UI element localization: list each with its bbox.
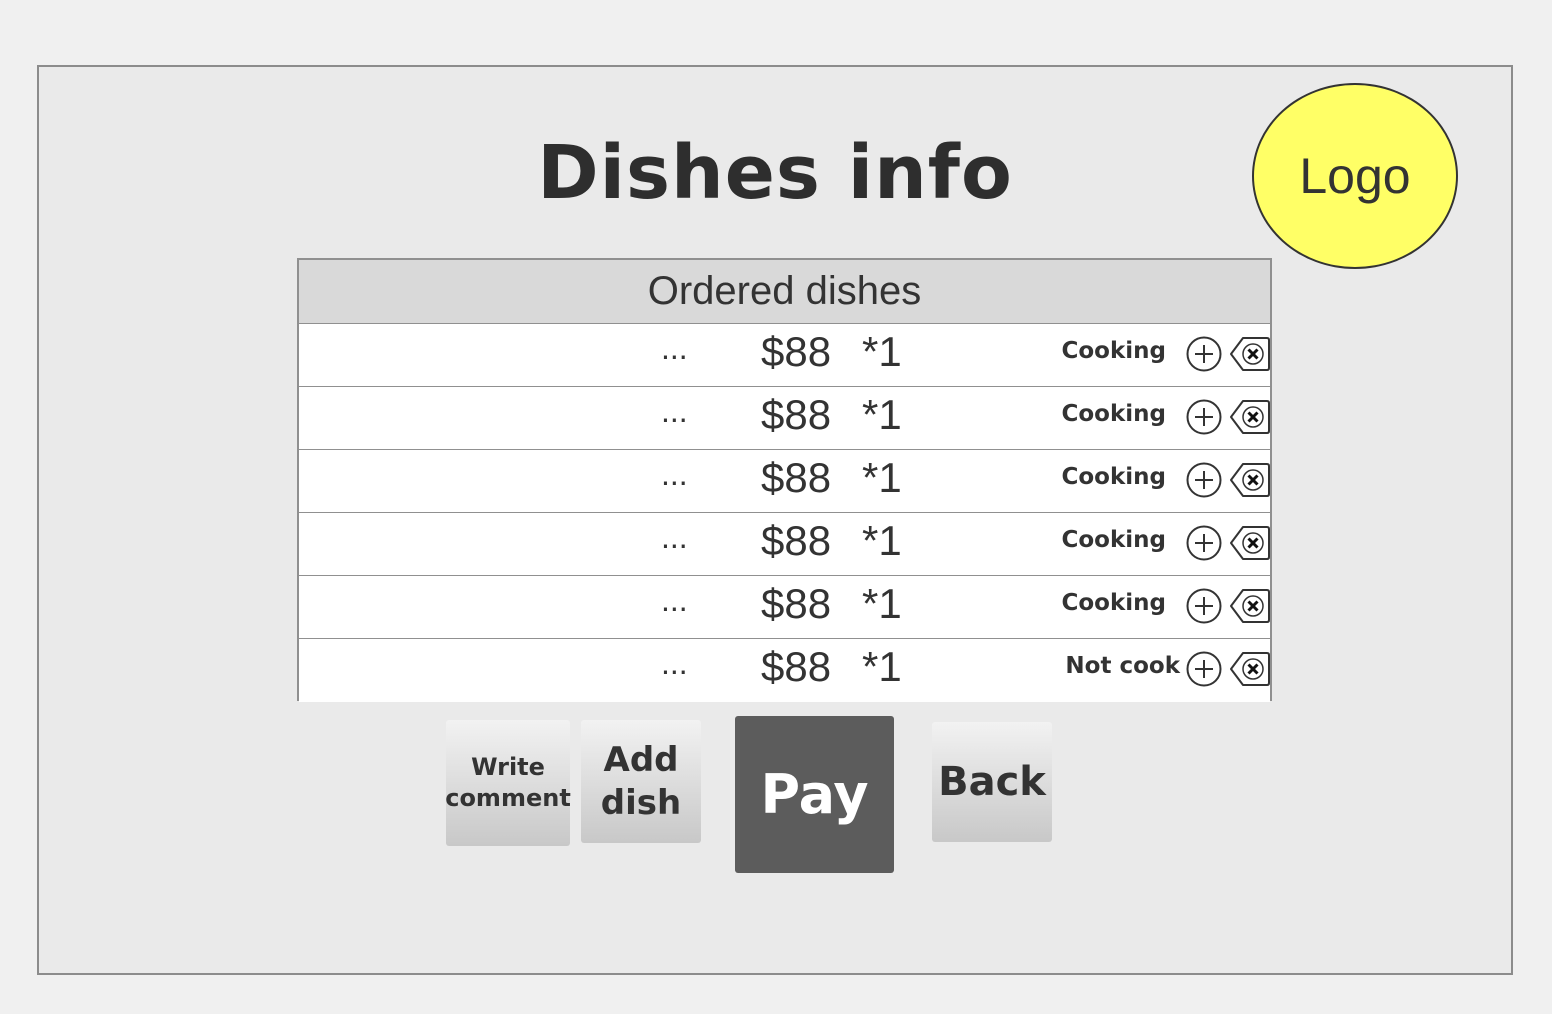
plus-circle-icon[interactable] [1186, 336, 1222, 372]
plus-circle-icon[interactable] [1186, 399, 1222, 435]
dish-quantity: *1 [862, 580, 902, 627]
dish-price: $88 [761, 643, 832, 690]
dish-name: ... [661, 393, 688, 429]
cooking-status: Cooking [1061, 338, 1167, 364]
pay-button-label: Pay [760, 763, 869, 826]
plus-circle-icon[interactable] [1186, 525, 1222, 561]
page-title: Dishes info [537, 130, 1013, 216]
dish-quantity: *1 [862, 328, 902, 375]
back-button[interactable]: Back [932, 722, 1052, 842]
cooking-status: Cooking [1061, 464, 1167, 490]
dish-quantity: *1 [862, 454, 902, 501]
backspace-x-icon[interactable] [1229, 650, 1271, 688]
plus-circle-icon[interactable] [1186, 462, 1222, 498]
dish-quantity: *1 [862, 643, 902, 690]
dish-price: $88 [761, 580, 832, 627]
dish-price: $88 [761, 454, 832, 501]
dish-price: $88 [761, 391, 832, 438]
dish-quantity: *1 [862, 391, 902, 438]
plus-circle-icon[interactable] [1186, 651, 1222, 687]
add-dish-label-line2: dish [600, 782, 682, 823]
backspace-x-icon[interactable] [1229, 461, 1271, 499]
table-row: ... $88 *1 Not cook [299, 639, 1270, 702]
backspace-x-icon[interactable] [1229, 335, 1271, 373]
dish-price: $88 [761, 328, 832, 375]
cooking-status: Cooking [1061, 401, 1167, 427]
dish-price: $88 [761, 517, 832, 564]
add-dish-label-line1: Add [603, 739, 679, 780]
write-comment-button[interactable]: Write comment [445, 720, 571, 846]
cooking-status: Not cook [1065, 653, 1180, 679]
table-row: ... $88 *1 Cooking [299, 576, 1270, 639]
backspace-x-icon[interactable] [1229, 524, 1271, 562]
backspace-x-icon[interactable] [1229, 398, 1271, 436]
cooking-status: Cooking [1061, 590, 1167, 616]
logo: Logo [1252, 83, 1458, 269]
table-row: ... $88 *1 Cooking [299, 450, 1270, 513]
table-row: ... $88 *1 Cooking [299, 513, 1270, 576]
dish-name: ... [661, 645, 688, 681]
dish-name: ... [661, 330, 688, 366]
dish-quantity: *1 [862, 517, 902, 564]
plus-circle-icon[interactable] [1186, 588, 1222, 624]
dish-name: ... [661, 519, 688, 555]
write-comment-label: Write comment [445, 752, 571, 814]
pay-button[interactable]: Pay [735, 716, 894, 873]
add-dish-label: Add dish [601, 739, 681, 825]
dish-name: ... [661, 582, 688, 618]
table-row: ... $88 *1 Cooking [299, 387, 1270, 450]
ordered-dishes-table: Ordered dishes ... $88 *1 Cooking ... $8… [297, 258, 1272, 702]
table-row: ... $88 *1 Cooking [299, 324, 1270, 387]
write-comment-label-line2: comment [445, 784, 571, 812]
add-dish-button[interactable]: Add dish [581, 720, 701, 843]
backspace-x-icon[interactable] [1229, 587, 1271, 625]
dish-name: ... [661, 456, 688, 492]
back-button-label: Back [938, 759, 1046, 805]
write-comment-label-line1: Write [471, 753, 545, 781]
table-header: Ordered dishes [299, 260, 1270, 324]
cooking-status: Cooking [1061, 527, 1167, 553]
